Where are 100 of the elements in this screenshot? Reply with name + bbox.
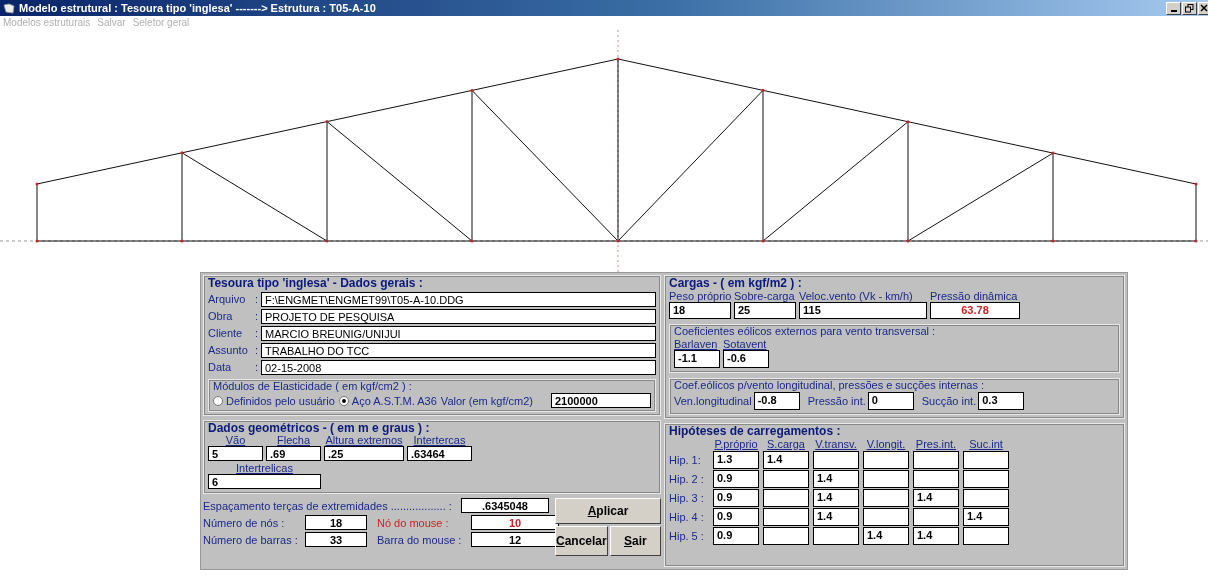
input-field[interactable] [813,527,859,545]
input-field[interactable]: 0.9 [713,527,759,545]
group-title: Cargas - ( em kgf/m2 ) : [669,277,803,290]
row-label: Hip. 4 : [669,511,705,523]
input-field[interactable]: 115 [799,302,927,319]
field-label: Sucção int. [921,395,977,407]
row-label: Hip. 1: [669,454,702,466]
colon-text: : [255,361,260,373]
input-field[interactable]: 1.4 [813,470,859,488]
input-field[interactable]: 1.4 [963,508,1009,526]
field-label: Intertercas [413,435,466,446]
input-field[interactable]: 1.4 [813,489,859,507]
input-field[interactable]: 0.9 [713,470,759,488]
column-header: V.transv. [814,438,858,450]
input-field[interactable]: MARCIO BREUNIG/UNIJUI [261,325,656,341]
input-field[interactable]: 63.78 [930,302,1020,319]
input-field[interactable] [763,489,809,507]
column-header: Pres.int. [914,438,958,450]
input-field[interactable]: 1.3 [713,451,759,469]
input-field[interactable]: 0.3 [978,392,1025,410]
field-label: Assunto [208,344,249,356]
input-field[interactable]: PROJETO DE PESQUISA [261,308,656,324]
input-field[interactable]: 2100000 [551,393,651,408]
colon-text: : [255,293,260,305]
close-button[interactable] [1198,1,1208,15]
input-field[interactable]: 25 [734,302,796,319]
dialog-button[interactable]: Sair [609,526,661,556]
radio-icon[interactable] [213,395,223,406]
input-field[interactable]: TRABALHO DO TCC [261,342,656,358]
group-title: Módulos de Elasticidade ( em kgf/cm2 ) : [213,380,413,393]
field-label: Pressão int. [807,395,866,407]
input-field[interactable] [913,451,959,469]
field-label: Barlaven [674,338,719,350]
input-field[interactable] [963,527,1009,545]
column-header: P.próprio [713,438,759,450]
input-field[interactable]: 1.4 [813,508,859,526]
input-field[interactable] [863,470,909,488]
colon-text: : [255,310,260,322]
group-title: Hipóteses de carregamentos : [669,425,842,438]
input-field[interactable]: 02-15-2008 [261,359,656,375]
group-title: Tesoura tipo 'inglesa' - Dados gerais : [208,277,424,290]
input-field[interactable]: 0.9 [713,489,759,507]
input-field[interactable]: 6 [208,474,321,489]
restore-icon [1185,3,1194,13]
input-field[interactable]: 1.4 [863,527,909,545]
radio-option[interactable]: Aço A.S.T.M. A36 [338,394,437,407]
input-field[interactable]: 0.9 [713,508,759,526]
radio-icon[interactable] [338,395,349,406]
dialog-button[interactable]: Aplicar [555,498,661,524]
field-label: Peso próprio [669,290,731,302]
input-field[interactable]: .6345048 [461,498,549,513]
group-title: Coeficientes eólicos externos para vento transversal : [674,325,937,338]
input-field[interactable]: -0.8 [753,392,800,410]
restore-button[interactable] [1182,1,1197,15]
field-label: Barra do mouse : [377,533,461,546]
field-label: Espaçamento terças de extremidades .................. : [203,499,452,512]
input-field[interactable]: -0.6 [723,350,769,368]
input-field[interactable]: .69 [266,446,321,461]
row-label: Hip. 2 : [669,473,705,485]
field-label: Sobre-carga [734,290,796,302]
field-label: Nó do mouse : [377,516,450,529]
input-field[interactable] [863,451,909,469]
input-field[interactable] [763,470,809,488]
input-field[interactable] [763,508,809,526]
input-field[interactable]: 18 [669,302,731,319]
input-field[interactable]: 1.4 [913,489,959,507]
field-label: Intertrelicas [236,463,293,474]
field-label: Obra [208,310,234,322]
input-field[interactable] [763,527,809,545]
input-field[interactable]: 0 [867,392,914,410]
field-label: Veloc.vento (Vk - km/h) [799,290,914,302]
input-field[interactable] [913,508,959,526]
column-header: Suc.int [968,438,1004,450]
input-field[interactable] [863,489,909,507]
field-label: Arquivo [208,293,247,305]
field-label: Valor (em kgf/cm2) [440,394,533,407]
input-field[interactable] [913,470,959,488]
input-field[interactable] [963,470,1009,488]
input-field[interactable] [963,489,1009,507]
minimize-button[interactable] [1166,1,1181,15]
input-field[interactable]: 1.4 [763,451,809,469]
input-field[interactable] [813,451,859,469]
column-header: S.carga [766,438,806,450]
value-field: 10 [471,515,559,530]
field-label: Pressão dinâmica [930,290,1019,302]
colon-text: : [255,327,260,339]
radio-option[interactable]: Definidos pelo usuário [213,394,335,407]
value-field: 18 [305,515,367,530]
field-label: Vão [225,435,246,446]
input-field[interactable] [963,451,1009,469]
input-field[interactable]: .63464 [407,446,472,461]
input-field[interactable]: 1.4 [913,527,959,545]
input-field[interactable]: .25 [324,446,404,461]
input-field[interactable] [863,508,909,526]
input-field[interactable]: -1.1 [674,350,720,368]
input-field[interactable]: F:\ENGMET\ENGMET99\T05-A-10.DDG [261,291,656,307]
group-title: Coef.eólicos p/vento longitudinal, pressões e sucções internas : [674,379,985,392]
input-field[interactable]: 5 [208,446,263,461]
field-label: Data [208,361,233,373]
field-label: Flecha [277,435,310,446]
